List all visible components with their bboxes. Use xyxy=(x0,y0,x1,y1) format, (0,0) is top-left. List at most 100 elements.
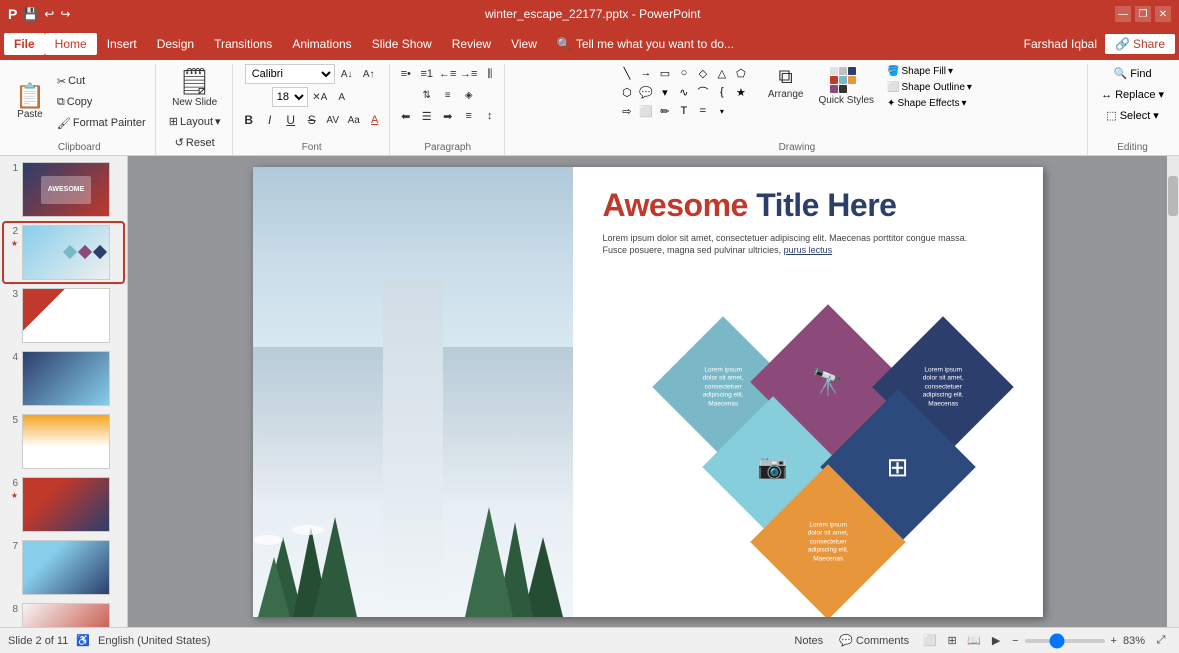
slide-thumb-2[interactable]: 2 ★ xyxy=(4,223,123,282)
increase-font-btn[interactable]: A↑ xyxy=(359,64,379,84)
restore-button[interactable]: ❐ xyxy=(1135,6,1151,22)
shapes-scroll[interactable]: ▾ xyxy=(713,102,731,120)
strikethrough-button[interactable]: S xyxy=(302,110,322,130)
find-button[interactable]: 🔍 Find xyxy=(1107,64,1159,83)
line-spacing-btn[interactable]: ↕ xyxy=(480,106,500,126)
shape-effects-button[interactable]: ✦ Shape Effects ▾ xyxy=(883,96,976,111)
share-button[interactable]: 🔗 Share xyxy=(1105,34,1175,54)
slide-thumb-6[interactable]: 6 ★ xyxy=(4,475,123,534)
change-case-btn[interactable]: Aa xyxy=(344,110,364,130)
menu-slideshow[interactable]: Slide Show xyxy=(362,33,442,55)
zoom-out-icon[interactable]: − xyxy=(1012,635,1018,647)
comments-button[interactable]: 💬 Comments xyxy=(834,632,914,649)
text-direction-btn[interactable]: ⇅ xyxy=(417,85,437,105)
more-shapes[interactable]: ▾ xyxy=(656,83,674,101)
slide-thumb-5[interactable]: 5 ★ xyxy=(4,412,123,471)
slide-show-btn[interactable]: ▶ xyxy=(986,631,1006,651)
menu-design[interactable]: Design xyxy=(147,33,204,55)
redo-icon[interactable]: ↪ xyxy=(60,7,70,21)
star-shape[interactable]: ★ xyxy=(732,83,750,101)
align-right-btn[interactable]: ➡ xyxy=(438,106,458,126)
replace-button[interactable]: ↔ Replace ▾ xyxy=(1094,85,1171,104)
save-icon[interactable]: 💾 xyxy=(23,7,38,21)
decrease-font-btn[interactable]: A↓ xyxy=(337,64,357,84)
slide-sorter-btn[interactable]: ⊞ xyxy=(942,631,962,651)
brace-shape[interactable]: { xyxy=(713,83,731,101)
pentagon-shape[interactable]: ⬠ xyxy=(732,64,750,82)
line-shape[interactable]: ╲ xyxy=(618,64,636,82)
equation-shape[interactable]: = xyxy=(694,102,712,120)
layout-button[interactable]: ⊞ Layout ▾ xyxy=(164,112,226,131)
shape-fill-button[interactable]: 🪣 Shape Fill ▾ xyxy=(883,64,976,79)
diamond-shape[interactable]: ◇ xyxy=(694,64,712,82)
zoom-in-icon[interactable]: + xyxy=(1111,635,1117,647)
menu-file[interactable]: File xyxy=(4,33,45,55)
slide-thumb-8[interactable]: 8 ★ xyxy=(4,601,123,627)
align-text-btn[interactable]: ≡ xyxy=(438,85,458,105)
slide-thumb-4[interactable]: 4 ★ xyxy=(4,349,123,408)
bold-button[interactable]: B xyxy=(239,110,259,130)
minimize-button[interactable]: — xyxy=(1115,6,1131,22)
freeform-shape[interactable]: ✏ xyxy=(656,102,674,120)
curve-shape[interactable]: ∿ xyxy=(675,83,693,101)
menu-home[interactable]: Home xyxy=(45,33,97,55)
bullets-btn[interactable]: ≡• xyxy=(396,64,416,84)
v-scrollbar[interactable] xyxy=(1167,156,1179,627)
columns-btn[interactable]: ⫼ xyxy=(480,64,500,84)
menu-transitions[interactable]: Transitions xyxy=(204,33,282,55)
slide-thumbnail-1: AWESOME xyxy=(22,162,110,217)
justify-btn[interactable]: ≡ xyxy=(459,106,479,126)
quick-styles-button[interactable]: Quick Styles xyxy=(813,64,879,109)
underline-button[interactable]: U xyxy=(281,110,301,130)
connector-shape[interactable]: ⌒ xyxy=(694,83,712,101)
callout-shape[interactable]: 💬 xyxy=(637,83,655,101)
shape-outline-button[interactable]: ⬜ Shape Outline ▾ xyxy=(883,80,976,95)
numbering-btn[interactable]: ≡1 xyxy=(417,64,437,84)
slide-thumb-3[interactable]: 3 ★ xyxy=(4,286,123,345)
notes-button[interactable]: Notes xyxy=(789,633,828,649)
align-left-btn[interactable]: ⬅ xyxy=(396,106,416,126)
smartart-btn[interactable]: ◈ xyxy=(459,85,479,105)
decrease-indent-btn[interactable]: ←≡ xyxy=(438,64,458,84)
fit-slide-btn[interactable]: ⤢ xyxy=(1151,631,1171,651)
arrow-shape[interactable]: → xyxy=(637,64,655,82)
paste-button[interactable]: 📋 Paste xyxy=(8,80,52,125)
rect-shape[interactable]: ▭ xyxy=(656,64,674,82)
clear-formatting-btn[interactable]: ✕A xyxy=(310,87,330,107)
font-color-btn[interactable]: A xyxy=(365,110,385,130)
close-button[interactable]: ✕ xyxy=(1155,6,1171,22)
reset-button[interactable]: ↺ Reset xyxy=(170,133,220,152)
format-painter-button[interactable]: 🖌 Format Painter xyxy=(52,114,151,133)
menu-review[interactable]: Review xyxy=(442,33,501,55)
undo-icon[interactable]: ↩ xyxy=(44,7,54,21)
cut-button[interactable]: ✂ Cut xyxy=(52,72,151,91)
textbox-shape[interactable]: T xyxy=(675,102,693,120)
block-arrow[interactable]: ⇨ xyxy=(618,102,636,120)
new-slide-button[interactable]: 🗒 New Slide xyxy=(168,64,221,110)
slide-canvas[interactable]: Awesome Title Here Lorem ipsum dolor sit… xyxy=(253,167,1043,617)
hexagon-shape[interactable]: ⬡ xyxy=(618,83,636,101)
text-spacing-btn[interactable]: AV xyxy=(323,110,343,130)
italic-button[interactable]: I xyxy=(260,110,280,130)
copy-button[interactable]: ⧉ Copy xyxy=(52,93,151,112)
triangle-shape[interactable]: △ xyxy=(713,64,731,82)
menu-tellme[interactable]: 🔍Tell me what you want to do... xyxy=(547,33,744,55)
flowchart-shape[interactable]: ⬜ xyxy=(637,102,655,120)
normal-view-btn[interactable]: ⬜ xyxy=(920,631,940,651)
slide-thumb-7[interactable]: 7 ★ xyxy=(4,538,123,597)
font-size-select[interactable]: 18 xyxy=(272,87,308,107)
menu-insert[interactable]: Insert xyxy=(97,33,147,55)
align-center-btn[interactable]: ☰ xyxy=(417,106,437,126)
menu-view[interactable]: View xyxy=(501,33,547,55)
arrange-button[interactable]: ⧉ Arrange xyxy=(762,64,810,102)
scrollbar-thumb[interactable] xyxy=(1168,176,1178,216)
ellipse-shape[interactable]: ○ xyxy=(675,64,693,82)
text-shadow-btn[interactable]: A xyxy=(332,87,352,107)
font-name-select[interactable]: Calibri xyxy=(245,64,335,84)
reading-view-btn[interactable]: 📖 xyxy=(964,631,984,651)
increase-indent-btn[interactable]: →≡ xyxy=(459,64,479,84)
zoom-slider[interactable] xyxy=(1025,639,1105,643)
menu-animations[interactable]: Animations xyxy=(282,33,361,55)
select-button[interactable]: ⬚ Select ▾ xyxy=(1099,106,1166,125)
slide-thumb-1[interactable]: 1 ★ AWESOME xyxy=(4,160,123,219)
